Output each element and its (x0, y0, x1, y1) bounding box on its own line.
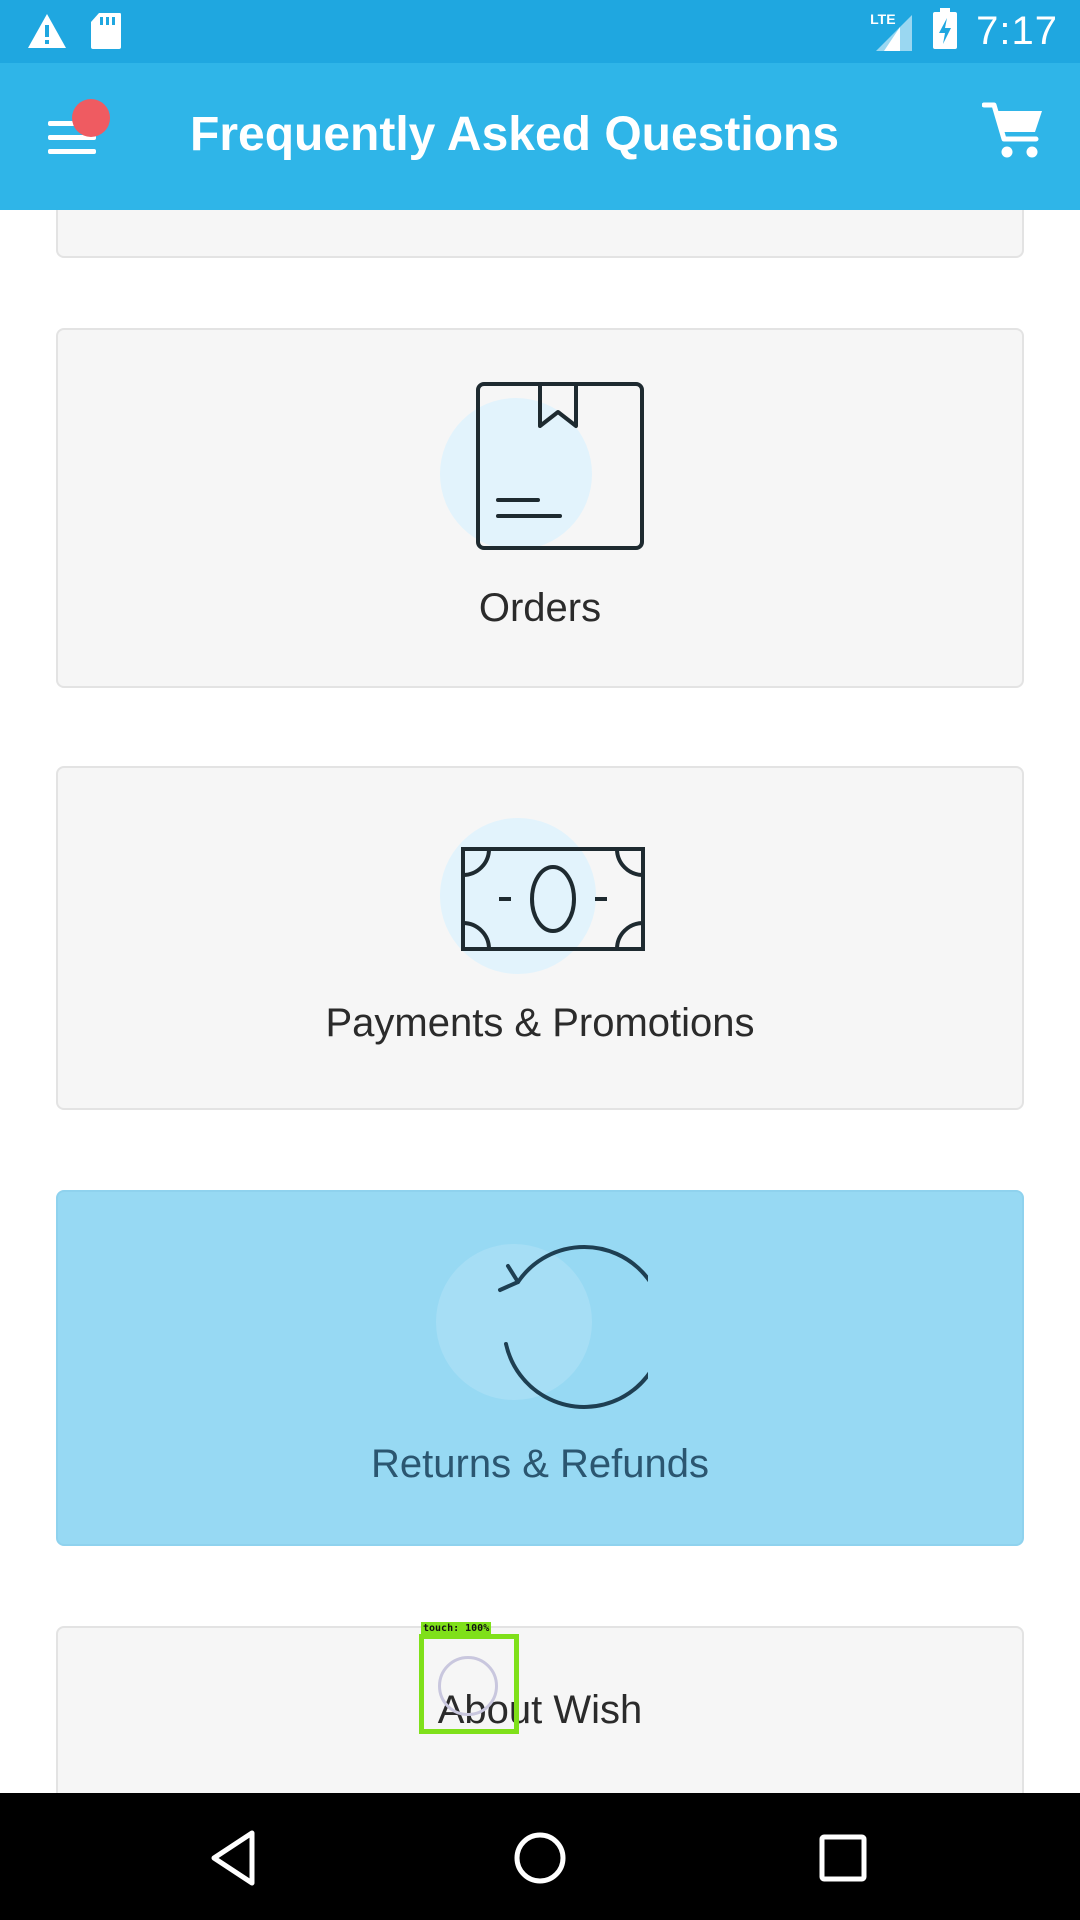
faq-category-list[interactable]: Orders Payments & Promotions Returns & R… (0, 210, 1080, 1793)
back-icon (200, 1830, 270, 1897)
faq-screen: LTE 7:17 Frequently Asked Questions Orde… (0, 0, 1080, 1920)
cart-icon (981, 102, 1046, 167)
faq-category-returns[interactable]: Returns & Refunds (56, 1190, 1024, 1546)
network-type-label: LTE (870, 10, 896, 27)
battery-charging-icon (932, 8, 958, 55)
faq-category-label: Payments & Promotions (325, 1001, 755, 1045)
faq-category-orders[interactable]: Orders (56, 328, 1024, 688)
signal-icon: LTE (870, 11, 914, 53)
cart-button[interactable] (981, 99, 1046, 163)
warning-icon (26, 12, 68, 55)
status-time: 7:17 (976, 9, 1058, 53)
status-right-icons: LTE 7:17 (870, 0, 1058, 63)
home-button[interactable] (505, 1823, 575, 1893)
package-icon (476, 382, 646, 557)
faq-category-label: About Wish (437, 1688, 643, 1732)
notification-badge (72, 99, 110, 137)
faq-category-label: Returns & Refunds (371, 1442, 709, 1486)
status-left-icons (26, 12, 122, 55)
faq-category-card-partial[interactable] (56, 210, 1024, 258)
back-button[interactable] (200, 1823, 270, 1893)
status-bar: LTE 7:17 (0, 0, 1080, 63)
touch-indicator-label: touch: 100% (421, 1622, 492, 1636)
touch-point (438, 1656, 498, 1716)
navigation-bar (0, 1793, 1080, 1920)
faq-category-label: Orders (478, 586, 602, 630)
recents-icon (808, 1834, 878, 1897)
page-title: Frequently Asked Questions (190, 108, 840, 161)
sd-card-icon (90, 12, 122, 55)
home-icon (505, 1832, 575, 1897)
faq-category-about[interactable]: About Wish (56, 1626, 1024, 1793)
faq-category-payments[interactable]: Payments & Promotions (56, 766, 1024, 1110)
app-bar: Frequently Asked Questions (0, 63, 1080, 210)
refresh-icon (472, 1240, 667, 1421)
recents-button[interactable] (808, 1823, 878, 1893)
banknote-icon (461, 847, 645, 956)
